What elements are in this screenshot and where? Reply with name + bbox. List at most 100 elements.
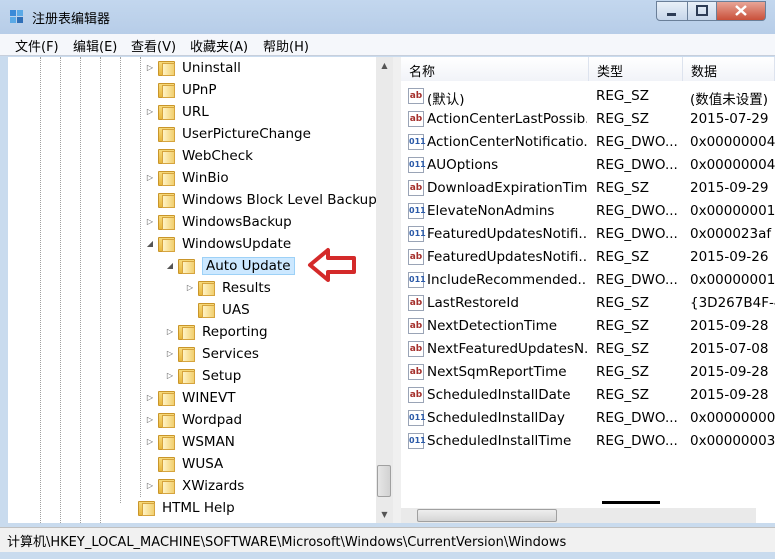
tree-node[interactable]: ▷ Setup: [8, 366, 376, 388]
menu-favorites[interactable]: 收藏夹(A): [190, 36, 248, 55]
expand-triangle-icon[interactable]: ▷: [145, 393, 155, 403]
tree-node-label[interactable]: XWizards: [182, 478, 244, 494]
tree-vertical-scrollbar[interactable]: ▲ ▼: [376, 57, 393, 523]
value-row[interactable]: ab ActionCenterLastPossib... REG_SZ 2015-07…: [401, 108, 775, 131]
column-header-type[interactable]: 类型: [589, 57, 683, 81]
expand-triangle-icon[interactable]: ▷: [145, 173, 155, 183]
tree-node-label[interactable]: Services: [202, 346, 259, 362]
tree-node-label[interactable]: Uninstall: [182, 60, 241, 76]
scroll-thumb[interactable]: [377, 465, 391, 497]
folder-icon: [158, 237, 176, 252]
scroll-down-arrow-icon[interactable]: ▼: [376, 506, 393, 523]
expand-triangle-icon[interactable]: ▷: [145, 481, 155, 491]
tree-node-label[interactable]: UAS: [222, 302, 250, 318]
value-name: ScheduledInstallDate: [427, 387, 571, 403]
value-row[interactable]: ab ScheduledInstallDate REG_SZ 2015-09-28: [401, 384, 775, 407]
tree-node[interactable]: UAS: [8, 300, 376, 322]
registry-tree[interactable]: ▷ Uninstall UPnP ▷ URL UserPictureChange WebCh…: [8, 57, 376, 523]
column-header-name[interactable]: 名称: [401, 57, 589, 81]
menu-view[interactable]: 查看(V): [131, 36, 176, 55]
tree-node[interactable]: HTML Help: [8, 498, 376, 520]
registry-path: 计算机\HKEY_LOCAL_MACHINE\SOFTWARE\Microsof…: [7, 535, 567, 550]
value-name: (默认): [427, 92, 465, 108]
value-row[interactable]: 011 IncludeRecommended... REG_DWO... 0x0000…: [401, 269, 775, 292]
tree-node-label[interactable]: WindowsBackup: [182, 214, 292, 230]
tree-node-label[interactable]: HTML Help: [162, 500, 235, 516]
tree-node[interactable]: ▷ Uninstall: [8, 58, 376, 80]
expand-triangle-icon[interactable]: ▷: [185, 283, 195, 293]
maximize-button[interactable]: [687, 1, 717, 21]
tree-node[interactable]: ▷ Services: [8, 344, 376, 366]
value-row[interactable]: ab DownloadExpirationTime REG_SZ 2015-09-29: [401, 177, 775, 200]
tree-node-label[interactable]: Reporting: [202, 324, 268, 340]
tree-node-label[interactable]: UserPictureChange: [182, 126, 311, 142]
tree-node[interactable]: WUSA: [8, 454, 376, 476]
tree-node-label[interactable]: Results: [222, 280, 271, 296]
value-row[interactable]: ab NextFeaturedUpdatesN... REG_SZ 2015-07-0…: [401, 338, 775, 361]
folder-icon: [158, 413, 176, 428]
pane-splitter[interactable]: [393, 57, 401, 523]
tree-node[interactable]: ▷ Reporting: [8, 322, 376, 344]
collapse-triangle-icon[interactable]: ◢: [165, 261, 175, 271]
tree-node-label[interactable]: WUSA: [182, 456, 223, 472]
value-row[interactable]: 011 ScheduledInstallDay REG_DWO... 0x000000…: [401, 407, 775, 430]
value-row[interactable]: 011 AUOptions REG_DWO... 0x00000004: [401, 154, 775, 177]
expand-triangle-icon[interactable]: ▷: [145, 107, 155, 117]
value-row[interactable]: ab FeaturedUpdatesNotifi... REG_SZ 2015-09-…: [401, 246, 775, 269]
tree-node-label[interactable]: WebCheck: [182, 148, 253, 164]
expand-triangle-icon[interactable]: ▷: [165, 349, 175, 359]
scroll-up-arrow-icon[interactable]: ▲: [376, 57, 393, 74]
tree-node[interactable]: ▷ WindowsBackup: [8, 212, 376, 234]
expand-triangle-icon[interactable]: ▷: [165, 327, 175, 337]
menu-edit[interactable]: 编辑(E): [73, 36, 117, 55]
tree-node[interactable]: ▷ XWizards: [8, 476, 376, 498]
minimize-button[interactable]: [656, 1, 688, 21]
tree-node-label[interactable]: Auto Update: [202, 257, 295, 275]
menu-help[interactable]: 帮助(H): [263, 36, 309, 55]
value-row[interactable]: 011 FeaturedUpdatesNotifi... REG_DWO... 0x0…: [401, 223, 775, 246]
tree-node[interactable]: ▷ Wordpad: [8, 410, 376, 432]
expand-triangle-icon[interactable]: ▷: [145, 217, 155, 227]
tree-node-label[interactable]: URL: [182, 104, 209, 120]
tree-node-label[interactable]: Wordpad: [182, 412, 242, 428]
tree-node-label[interactable]: WSMAN: [182, 434, 235, 450]
tree-node[interactable]: WebCheck: [8, 146, 376, 168]
value-row[interactable]: 011 ScheduledInstallTime REG_DWO... 0x00000…: [401, 430, 775, 453]
value-data: 2015-09-28: [690, 318, 769, 334]
expand-triangle-icon[interactable]: ▷: [165, 371, 175, 381]
tree-node[interactable]: ▷ URL: [8, 102, 376, 124]
value-row[interactable]: 011 ActionCenterNotificatio... REG_DWO... 0…: [401, 131, 775, 154]
column-header-data[interactable]: 数据: [683, 57, 775, 81]
collapse-triangle-icon[interactable]: ◢: [145, 239, 155, 249]
value-row[interactable]: ab NextDetectionTime REG_SZ 2015-09-28: [401, 315, 775, 338]
value-row[interactable]: ab (默认) REG_SZ (数值未设置): [401, 85, 775, 108]
tree-node[interactable]: Windows Block Level Backup: [8, 190, 376, 212]
close-button[interactable]: [716, 1, 766, 21]
tree-node-label[interactable]: WINEVT: [182, 390, 235, 406]
values-horizontal-scrollbar[interactable]: [401, 508, 756, 523]
values-list[interactable]: 名称 类型 数据 ab (默认) REG_SZ (数值未设置) ab ActionCent…: [401, 57, 775, 523]
tree-node-label[interactable]: WinBio: [182, 170, 229, 186]
tree-node-label[interactable]: Setup: [202, 368, 241, 384]
tree-node[interactable]: UserPictureChange: [8, 124, 376, 146]
tree-node[interactable]: UPnP: [8, 80, 376, 102]
tree-node[interactable]: ▷ WinBio: [8, 168, 376, 190]
tree-node[interactable]: ▷ WINEVT: [8, 388, 376, 410]
tree-node-label[interactable]: UPnP: [182, 82, 216, 98]
value-name: NextDetectionTime: [427, 318, 558, 334]
folder-icon: [178, 259, 196, 274]
value-row[interactable]: 011 ElevateNonAdmins REG_DWO... 0x00000001: [401, 200, 775, 223]
value-type: REG_SZ: [596, 111, 649, 127]
folder-icon: [158, 391, 176, 406]
folder-icon: [178, 325, 196, 340]
menu-file[interactable]: 文件(F): [15, 36, 59, 55]
expand-triangle-icon[interactable]: ▷: [145, 63, 155, 73]
tree-node-label[interactable]: WindowsUpdate: [182, 236, 291, 252]
expand-triangle-icon[interactable]: ▷: [145, 415, 155, 425]
hscroll-thumb[interactable]: [417, 509, 557, 522]
value-row[interactable]: ab NextSqmReportTime REG_SZ 2015-09-28: [401, 361, 775, 384]
value-row[interactable]: ab LastRestoreId REG_SZ {3D267B4F-4: [401, 292, 775, 315]
tree-node[interactable]: ▷ WSMAN: [8, 432, 376, 454]
tree-node-label[interactable]: Windows Block Level Backup: [182, 192, 376, 208]
expand-triangle-icon[interactable]: ▷: [145, 437, 155, 447]
